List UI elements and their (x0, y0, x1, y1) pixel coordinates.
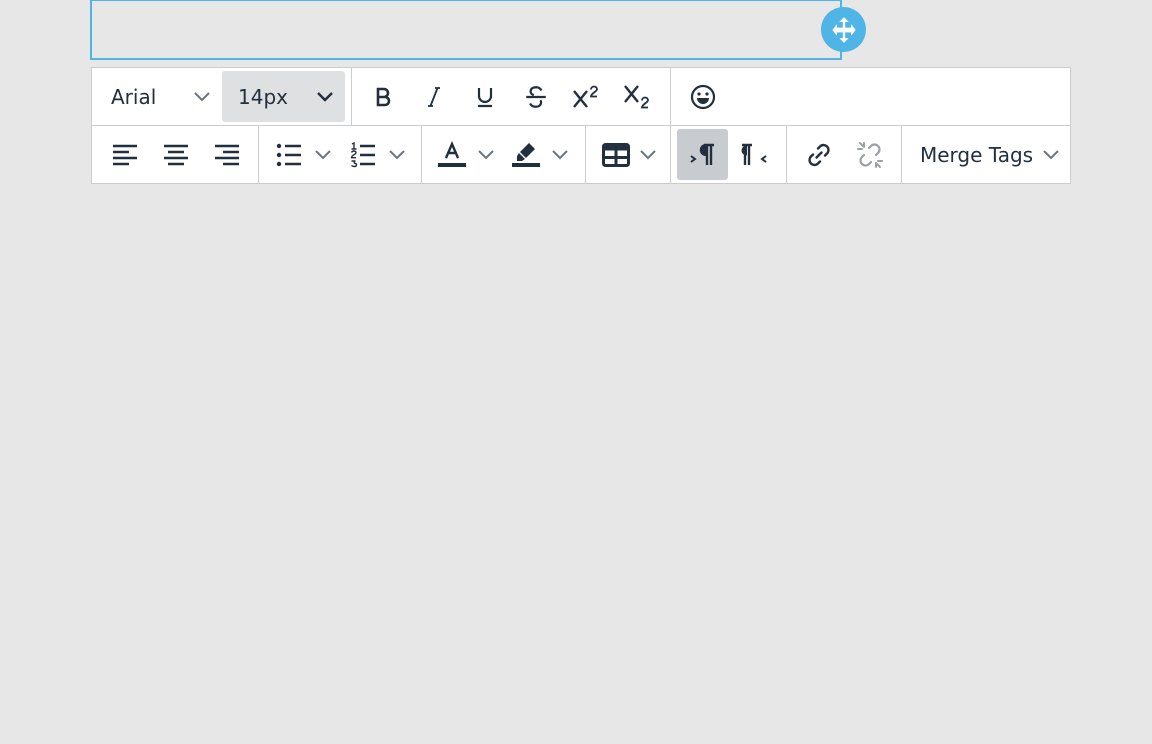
text-color-button[interactable] (430, 129, 474, 180)
toolbar-row-1: Arial 14px (92, 68, 1070, 125)
superscript-button[interactable] (561, 71, 612, 122)
text-color-icon (438, 140, 466, 167)
chevron-down-icon (478, 149, 494, 159)
unlink-icon (856, 141, 883, 168)
table-button[interactable] (594, 129, 638, 180)
italic-button[interactable] (408, 71, 459, 122)
underline-icon (477, 87, 492, 107)
align-center-button[interactable] (150, 129, 201, 180)
font-family-value: Arial (111, 84, 157, 109)
highlight-dropdown[interactable] (548, 129, 572, 180)
bullet-list-dropdown[interactable] (311, 129, 335, 180)
numbered-list-split-button[interactable] (341, 129, 409, 180)
highlight-icon (512, 142, 540, 167)
highlight-button[interactable] (504, 129, 548, 180)
chevron-down-icon (552, 149, 568, 159)
font-group: Arial 14px (92, 68, 352, 125)
table-icon (602, 142, 630, 167)
ltr-button[interactable] (677, 129, 728, 180)
table-split-button[interactable] (594, 129, 658, 180)
align-left-button[interactable] (99, 129, 150, 180)
chevron-down-icon (194, 91, 210, 101)
chevron-down-icon (315, 149, 331, 159)
move-icon (831, 16, 856, 43)
unlink-button[interactable] (844, 129, 895, 180)
table-dropdown[interactable] (638, 129, 658, 180)
numbered-list-button[interactable] (341, 129, 385, 180)
bold-icon (376, 87, 390, 106)
bullet-list-split-button[interactable] (267, 129, 335, 180)
link-icon (807, 143, 830, 166)
merge-tags-button[interactable]: Merge Tags (904, 129, 1059, 180)
emoticons-button[interactable] (677, 71, 728, 122)
rtl-icon (741, 143, 767, 165)
alignment-group (92, 126, 259, 183)
subscript-icon (623, 84, 649, 108)
bullet-list-icon (276, 143, 301, 166)
insert-group (671, 68, 731, 125)
font-size-select[interactable]: 14px (222, 71, 345, 122)
chevron-down-icon (389, 149, 405, 159)
emoji-icon (690, 84, 715, 109)
font-size-value: 14px (238, 84, 288, 109)
numbered-list-icon (350, 141, 375, 167)
align-right-icon (214, 144, 239, 165)
direction-group (671, 126, 787, 183)
chevron-down-icon (640, 149, 656, 159)
align-right-button[interactable] (201, 129, 252, 180)
superscript-icon (572, 85, 598, 108)
highlight-split-button[interactable] (504, 129, 572, 180)
bullet-list-button[interactable] (267, 129, 311, 180)
list-group (259, 126, 422, 183)
numbered-list-dropdown[interactable] (385, 129, 409, 180)
align-center-icon (163, 144, 188, 165)
merge-tags-label: Merge Tags (920, 142, 1034, 167)
toolbar-row-2: Merge Tags (92, 125, 1070, 183)
ltr-icon (689, 143, 714, 165)
chevron-down-icon (1043, 149, 1059, 159)
strikethrough-icon (525, 85, 546, 108)
chevron-down-icon (317, 91, 333, 102)
move-handle[interactable] (821, 7, 866, 52)
text-color-dropdown[interactable] (474, 129, 498, 180)
italic-icon (427, 86, 440, 107)
editor-toolbar: Arial 14px Merge Tags (91, 67, 1071, 184)
font-family-select[interactable]: Arial (95, 71, 222, 122)
color-group (422, 126, 586, 183)
table-group (586, 126, 671, 183)
editable-text-block[interactable] (90, 0, 842, 60)
underline-button[interactable] (459, 71, 510, 122)
text-color-split-button[interactable] (430, 129, 498, 180)
bold-button[interactable] (357, 71, 408, 122)
link-button[interactable] (793, 129, 844, 180)
subscript-button[interactable] (612, 71, 663, 122)
format-group (352, 68, 671, 125)
align-left-icon (112, 144, 137, 165)
merge-tags-group: Merge Tags (902, 126, 1062, 183)
link-group (787, 126, 902, 183)
strikethrough-button[interactable] (510, 71, 561, 122)
rtl-button[interactable] (728, 129, 779, 180)
